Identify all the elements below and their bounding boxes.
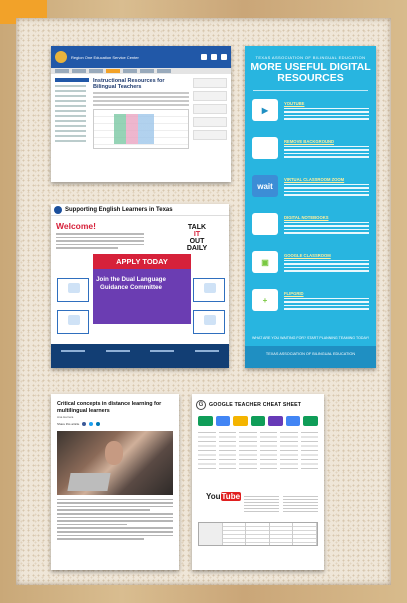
youtube-logo: YouTube xyxy=(206,492,242,501)
infographic-item-label[interactable]: DIGITAL NOTEBOOKS xyxy=(284,215,369,220)
notebook-icon xyxy=(252,213,278,235)
card-digital-resources-infographic[interactable]: TEXAS ASSOCIATION OF BILINGUAL EDUCATION… xyxy=(245,46,376,368)
article-body xyxy=(51,495,179,546)
ell-header: Supporting English Learners in Texas xyxy=(51,204,229,216)
talk-it-out-logo: TALK IT OUT DAILY xyxy=(186,224,208,252)
google-header: G GOOGLE TEACHER CHEAT SHEET xyxy=(192,394,324,410)
infographic-item[interactable]: ▶ YOUTUBE xyxy=(245,91,376,129)
infographic-footer: TEXAS ASSOCIATION OF BILINGUAL EDUCATION xyxy=(245,346,376,368)
ell-tile-3[interactable] xyxy=(193,278,225,302)
infographic-item[interactable]: + FLIPGRID xyxy=(245,281,376,319)
infographic-item-label[interactable]: YOUTUBE xyxy=(284,101,369,106)
youtube-notes xyxy=(244,494,318,512)
infographic-header: TEXAS ASSOCIATION OF BILINGUAL EDUCATION… xyxy=(245,46,376,84)
google-app-icon xyxy=(303,416,319,426)
tea-logo-icon xyxy=(54,205,62,214)
card1-heading: Instructional Resources for Bilingual Te… xyxy=(93,78,165,90)
card1-right-column xyxy=(193,78,227,149)
infographic-item[interactable]: ▣ GOOGLE CLASSROOM xyxy=(245,243,376,281)
infographic-list: ▶ YOUTUBE REMOVE BACKGROUND wait VIRTUAL CLA… xyxy=(245,91,376,319)
facebook-icon[interactable] xyxy=(82,421,87,426)
infographic-item-label[interactable]: REMOVE BACKGROUND xyxy=(284,139,369,144)
card-instructional-resources[interactable]: Region One Education Service Center Inst… xyxy=(51,46,231,182)
google-app-icons xyxy=(192,410,324,426)
share-bar: Share this article xyxy=(51,420,179,428)
ell-tile-4[interactable] xyxy=(193,310,225,334)
region-logo-icon xyxy=(55,51,67,63)
infographic-title: MORE USEFUL DIGITAL RESOURCES xyxy=(250,61,371,84)
card1-topbar: Region One Education Service Center xyxy=(51,46,231,68)
google-logo-icon: G xyxy=(196,400,206,410)
apply-today-label: APPLY TODAY xyxy=(93,254,191,269)
infographic-footer-note: WHAT ARE YOU WAITING FOR? START PLANNING… xyxy=(251,336,369,340)
ell-welcome: Welcome! xyxy=(56,221,96,231)
google-app-icon xyxy=(285,416,301,426)
infographic-item[interactable]: REMOVE BACKGROUND xyxy=(245,129,376,167)
ell-tile-1[interactable] xyxy=(57,278,89,302)
linkedin-icon[interactable] xyxy=(96,421,101,426)
google-title: GOOGLE TEACHER CHEAT SHEET xyxy=(209,402,302,408)
article-photo xyxy=(57,430,173,495)
bulletin-board-frame: Region One Education Service Center Inst… xyxy=(0,0,407,603)
infographic-kicker: TEXAS ASSOCIATION OF BILINGUAL EDUCATION xyxy=(255,55,366,60)
apply-banner[interactable]: APPLY TODAY Join the Dual Language Guida… xyxy=(93,254,191,324)
infographic-item-label[interactable]: GOOGLE CLASSROOM xyxy=(284,253,369,258)
google-app-icon xyxy=(250,416,266,426)
card1-body: Instructional Resources for Bilingual Te… xyxy=(51,74,231,153)
remove-bg-icon xyxy=(252,137,278,159)
card1-org-name: Region One Education Service Center xyxy=(71,54,139,60)
youtube-icon: ▶ xyxy=(252,99,278,121)
card1-sidebar xyxy=(55,78,89,149)
card-distance-learning-article[interactable]: Critical concepts in distance learning f… xyxy=(51,394,179,570)
google-app-icon xyxy=(198,416,213,426)
share-label: Share this article xyxy=(57,421,80,426)
google-app-icon xyxy=(233,416,248,426)
ell-footer xyxy=(51,344,229,368)
ell-title: Supporting English Learners in Texas xyxy=(65,206,173,213)
card1-top-icons xyxy=(201,54,227,60)
flipgrid-icon: + xyxy=(252,289,278,311)
ell-tile-2[interactable] xyxy=(57,310,89,334)
nearpod-icon: wait xyxy=(252,175,278,197)
infographic-item[interactable]: DIGITAL NOTEBOOKS xyxy=(245,205,376,243)
article-title: Critical concepts in distance learning f… xyxy=(57,401,162,414)
card-google-cheat-sheet[interactable]: G GOOGLE TEACHER CHEAT SHEET YouTube xyxy=(192,394,324,570)
infographic-item[interactable]: wait VIRTUAL CLASSROOM ZOOM xyxy=(245,167,376,205)
google-app-icon xyxy=(268,416,283,426)
card1-table xyxy=(93,109,189,149)
ell-intro-text xyxy=(56,233,144,251)
card1-main: Instructional Resources for Bilingual Te… xyxy=(93,78,189,149)
infographic-item-label[interactable]: FLIPGRID xyxy=(284,291,369,296)
card-supporting-english-learners[interactable]: Supporting English Learners in Texas Wel… xyxy=(51,204,229,368)
google-table xyxy=(198,522,318,546)
google-app-columns xyxy=(192,426,324,474)
twitter-icon[interactable] xyxy=(89,421,94,426)
classroom-icon: ▣ xyxy=(252,251,278,273)
join-committee-text: Join the Dual Language Guidance Committe… xyxy=(96,276,166,291)
infographic-item-label[interactable]: VIRTUAL CLASSROOM ZOOM xyxy=(284,177,369,182)
google-app-icon xyxy=(215,416,231,426)
